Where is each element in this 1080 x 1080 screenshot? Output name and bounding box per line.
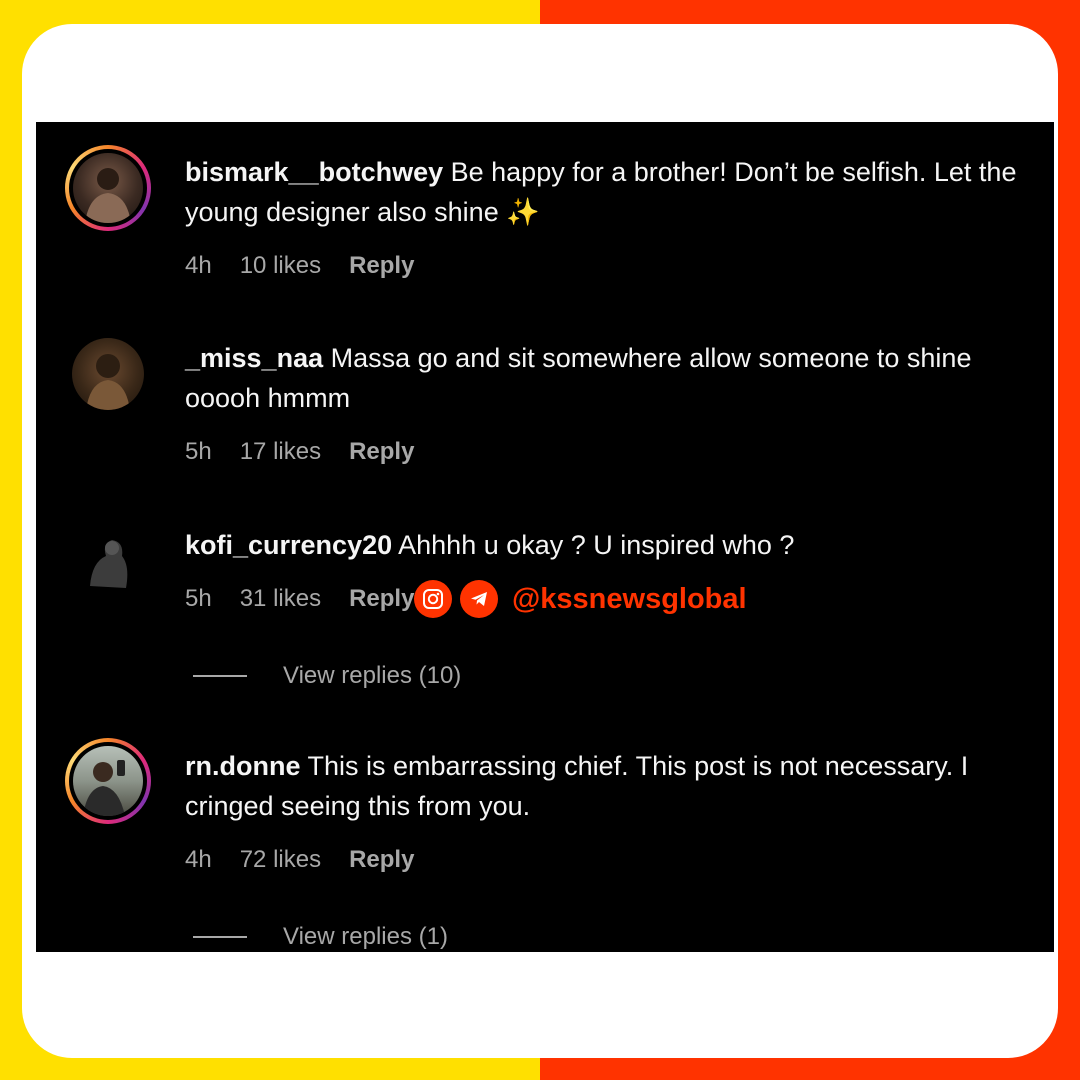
comment-meta: 5h 31 likes Reply bbox=[185, 585, 414, 613]
comment-body: This is embarrassing chief. This post is… bbox=[185, 751, 969, 821]
comment-text: _miss_naa Massa go and sit somewhere all… bbox=[185, 338, 1045, 418]
view-replies-button[interactable]: View replies (1) bbox=[193, 923, 448, 951]
comment-meta: 4h 10 likes Reply bbox=[185, 252, 414, 280]
avatar-story-ring[interactable] bbox=[65, 738, 151, 824]
comment-username[interactable]: rn.donne bbox=[185, 751, 301, 781]
comment-likes[interactable]: 72 likes bbox=[240, 846, 321, 874]
reply-button[interactable]: Reply bbox=[349, 252, 414, 280]
comment-text: bismark__botchwey Be happy for a brother… bbox=[185, 152, 1045, 232]
watermark: @kssnewsglobal bbox=[414, 580, 747, 618]
telegram-icon[interactable] bbox=[460, 580, 498, 618]
watermark-handle: @kssnewsglobal bbox=[512, 582, 747, 615]
view-replies-button[interactable]: View replies (10) bbox=[193, 662, 461, 690]
comment-username[interactable]: kofi_currency20 bbox=[185, 530, 392, 560]
comment-meta: 4h 72 likes Reply bbox=[185, 846, 414, 874]
comment-time: 5h bbox=[185, 438, 212, 465]
comment-likes[interactable]: 10 likes bbox=[240, 252, 321, 280]
reply-button[interactable]: Reply bbox=[349, 585, 414, 613]
reply-button[interactable]: Reply bbox=[349, 846, 414, 874]
comment-time: 4h bbox=[185, 252, 212, 279]
replies-divider bbox=[193, 675, 247, 677]
avatar[interactable] bbox=[72, 338, 144, 410]
comment-text: kofi_currency20 Ahhhh u okay ? U inspire… bbox=[185, 525, 1045, 565]
avatar bbox=[73, 746, 143, 816]
comment-body: Ahhhh u okay ? U inspired who ? bbox=[398, 530, 795, 560]
comment-username[interactable]: _miss_naa bbox=[185, 343, 323, 373]
replies-divider bbox=[193, 936, 247, 938]
comment-meta: 5h 17 likes Reply bbox=[185, 438, 414, 466]
avatar-story-ring[interactable] bbox=[65, 145, 151, 231]
reply-button[interactable]: Reply bbox=[349, 438, 414, 466]
instagram-icon[interactable] bbox=[414, 580, 452, 618]
view-replies-label: View replies (1) bbox=[283, 923, 448, 950]
comment-likes[interactable]: 31 likes bbox=[240, 585, 321, 613]
comment-username[interactable]: bismark__botchwey bbox=[185, 157, 443, 187]
view-replies-label: View replies (10) bbox=[283, 662, 462, 689]
avatar[interactable] bbox=[72, 526, 144, 598]
comments-screenshot: bismark__botchwey Be happy for a brother… bbox=[36, 122, 1054, 952]
comment-time: 5h bbox=[185, 585, 212, 612]
avatar bbox=[73, 153, 143, 223]
comment-text: rn.donne This is embarrassing chief. Thi… bbox=[185, 746, 1045, 826]
comment-time: 4h bbox=[185, 846, 212, 873]
comment-likes[interactable]: 17 likes bbox=[240, 438, 321, 466]
